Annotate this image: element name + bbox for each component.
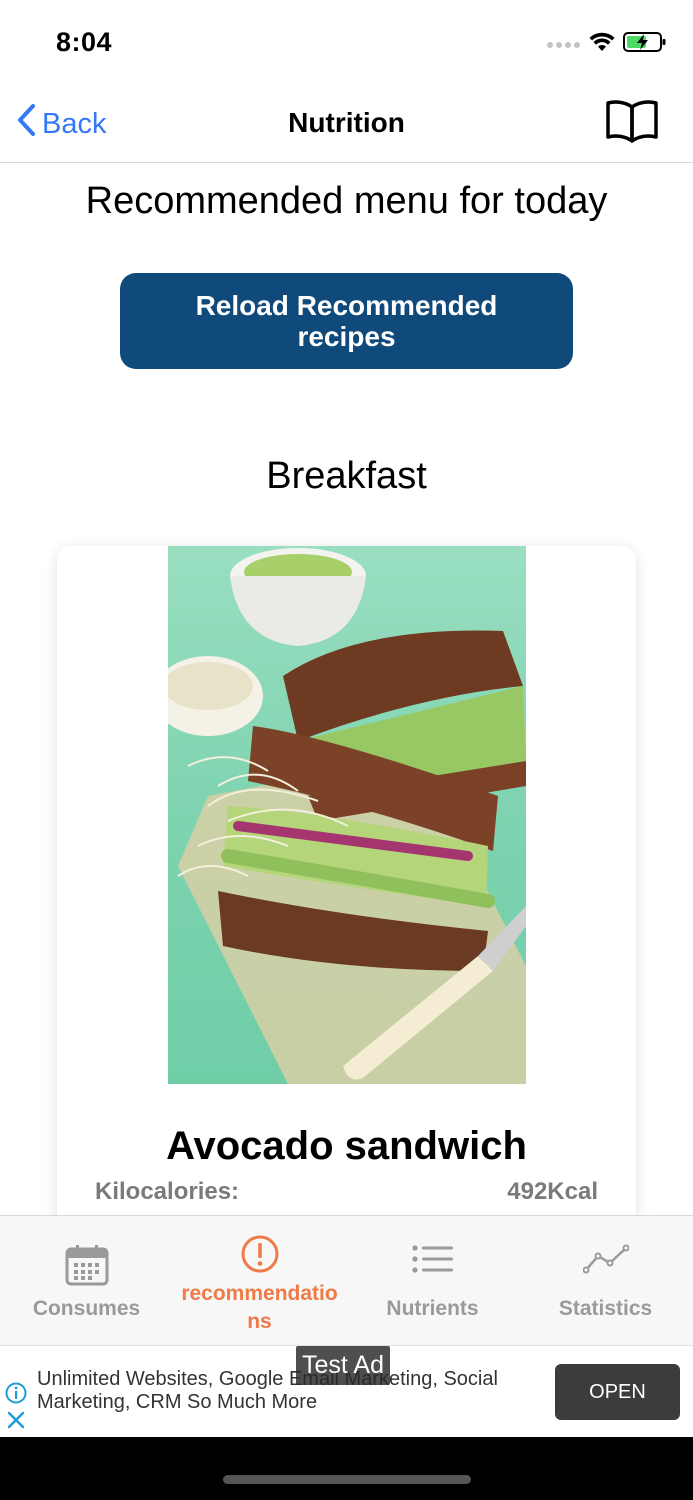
meal-heading: Breakfast — [266, 455, 427, 497]
tab-recommendations[interactable]: recommendations — [173, 1216, 346, 1346]
tab-label-nutrients: Nutrients — [386, 1297, 479, 1320]
book-button[interactable] — [605, 99, 659, 150]
navigation-bar: Back Nutrition — [0, 85, 693, 163]
kilocalories-value: 492Kcal — [507, 1178, 598, 1205]
exclamation-circle-icon — [240, 1234, 280, 1279]
wifi-icon — [589, 32, 615, 57]
tab-bar: Consumes recommendations Nutrients Stati… — [0, 1215, 693, 1345]
signal-icon — [547, 36, 581, 54]
recipe-card[interactable]: Avocado sandwich Kilocalories: 492Kcal — [57, 546, 636, 1246]
section-heading: Recommended menu for today — [85, 180, 608, 222]
calendar-icon — [65, 1244, 109, 1291]
close-icon[interactable] — [6, 1410, 26, 1435]
home-indicator-area — [0, 1437, 693, 1500]
list-icon — [411, 1244, 454, 1279]
recipe-name: Avocado sandwich — [166, 1124, 527, 1168]
home-indicator[interactable] — [223, 1475, 471, 1484]
ad-banner[interactable]: Unlimited Websites, Google Email Marketi… — [0, 1345, 693, 1437]
info-icon[interactable] — [5, 1382, 27, 1409]
reload-recipes-button[interactable]: Reload Recommended recipes — [120, 273, 573, 369]
tab-nutrients[interactable]: Nutrients — [346, 1216, 519, 1346]
ad-text: Unlimited Websites, Google Email Marketi… — [37, 1368, 498, 1413]
tab-label-recommendations: recommendations — [181, 1282, 338, 1333]
ad-open-button[interactable]: OPEN — [555, 1364, 680, 1420]
kilocalories-label: Kilocalories: — [95, 1178, 240, 1205]
battery-icon — [623, 31, 667, 58]
line-chart-icon — [582, 1244, 629, 1279]
tab-label-consumes: Consumes — [32, 1297, 141, 1320]
tab-statistics[interactable]: Statistics — [519, 1216, 692, 1346]
status-bar: 8:04 — [0, 0, 693, 85]
recipe-image — [153, 546, 526, 1084]
book-icon — [605, 100, 659, 149]
page-title: Nutrition — [288, 107, 405, 138]
tab-label-statistics: Statistics — [558, 1297, 653, 1320]
tab-consumes[interactable]: Consumes — [0, 1216, 173, 1346]
status-time: 8:04 — [56, 27, 113, 57]
test-ad-badge: Test Ad — [296, 1346, 390, 1385]
status-icons — [547, 31, 667, 58]
